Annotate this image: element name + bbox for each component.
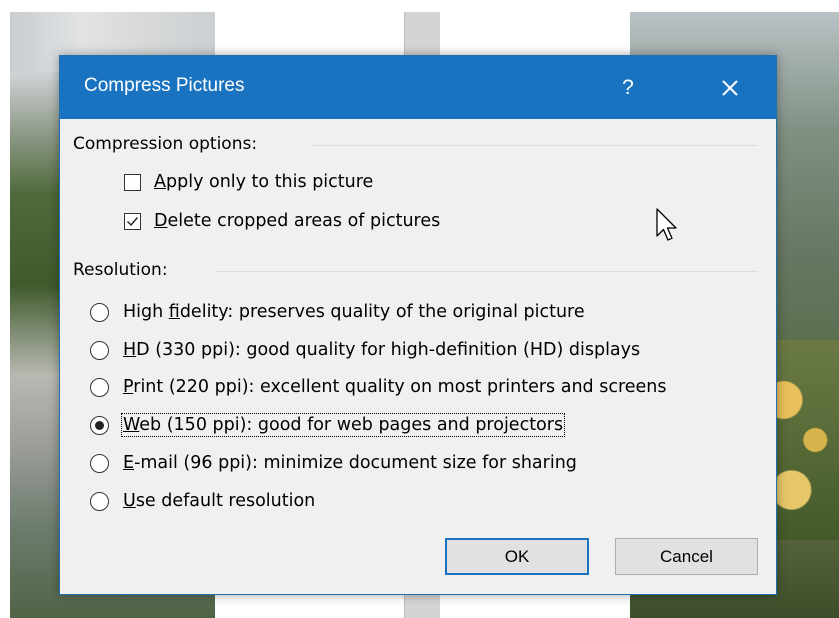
radio-button[interactable] (90, 302, 109, 322)
compress-pictures-dialog: Compress Pictures ? Compression options:… (59, 55, 777, 595)
dialog-titlebar[interactable]: Compress Pictures ? (60, 56, 776, 119)
dialog-title: Compress Pictures (84, 75, 245, 96)
radio-label: HD (330 ppi): good quality for high-defi… (123, 340, 641, 360)
radio-label: Print (220 ppi): excellent quality on mo… (123, 377, 667, 397)
radio-high-fidelity[interactable]: High fidelity: preserves quality of the … (90, 299, 585, 325)
cancel-button[interactable]: Cancel (615, 538, 758, 575)
radio-default-resolution[interactable]: Use default resolution (90, 488, 315, 514)
radio-print-220[interactable]: Print (220 ppi): excellent quality on mo… (90, 374, 667, 400)
ok-button[interactable]: OK (445, 538, 589, 575)
radio-button[interactable] (90, 340, 109, 360)
checkmark-icon (127, 216, 139, 226)
radio-button[interactable] (90, 491, 109, 511)
radio-email-96[interactable]: E-mail (96 ppi): minimize document size … (90, 450, 577, 476)
radio-label: E-mail (96 ppi): minimize document size … (123, 453, 577, 473)
group-divider (313, 145, 758, 146)
radio-web-150[interactable]: Web (150 ppi): good for web pages and pr… (90, 412, 566, 438)
apply-only-label: Apply only to this picture (154, 172, 374, 192)
radio-button[interactable] (90, 377, 109, 397)
radio-label: High fidelity: preserves quality of the … (123, 302, 585, 322)
apply-only-checkbox[interactable] (124, 173, 141, 191)
group-divider (215, 271, 758, 272)
delete-cropped-checkbox-row[interactable]: Delete cropped areas of pictures (124, 209, 440, 233)
close-button[interactable] (708, 66, 752, 110)
delete-cropped-checkbox[interactable] (124, 212, 141, 230)
radio-hd-330[interactable]: HD (330 ppi): good quality for high-defi… (90, 337, 640, 363)
resolution-heading: Resolution: (73, 260, 168, 280)
radio-label: Use default resolution (123, 491, 316, 511)
help-button[interactable]: ? (608, 66, 648, 110)
radio-selected-dot (95, 420, 104, 430)
close-icon (722, 80, 738, 96)
apply-only-checkbox-row[interactable]: Apply only to this picture (124, 170, 373, 194)
radio-label: Web (150 ppi): good for web pages and pr… (120, 413, 566, 437)
delete-cropped-label: Delete cropped areas of pictures (154, 211, 441, 231)
mouse-pointer-icon (656, 208, 677, 241)
compression-options-heading: Compression options: (73, 134, 258, 154)
radio-button-selected[interactable] (90, 415, 109, 435)
radio-button[interactable] (90, 453, 109, 473)
